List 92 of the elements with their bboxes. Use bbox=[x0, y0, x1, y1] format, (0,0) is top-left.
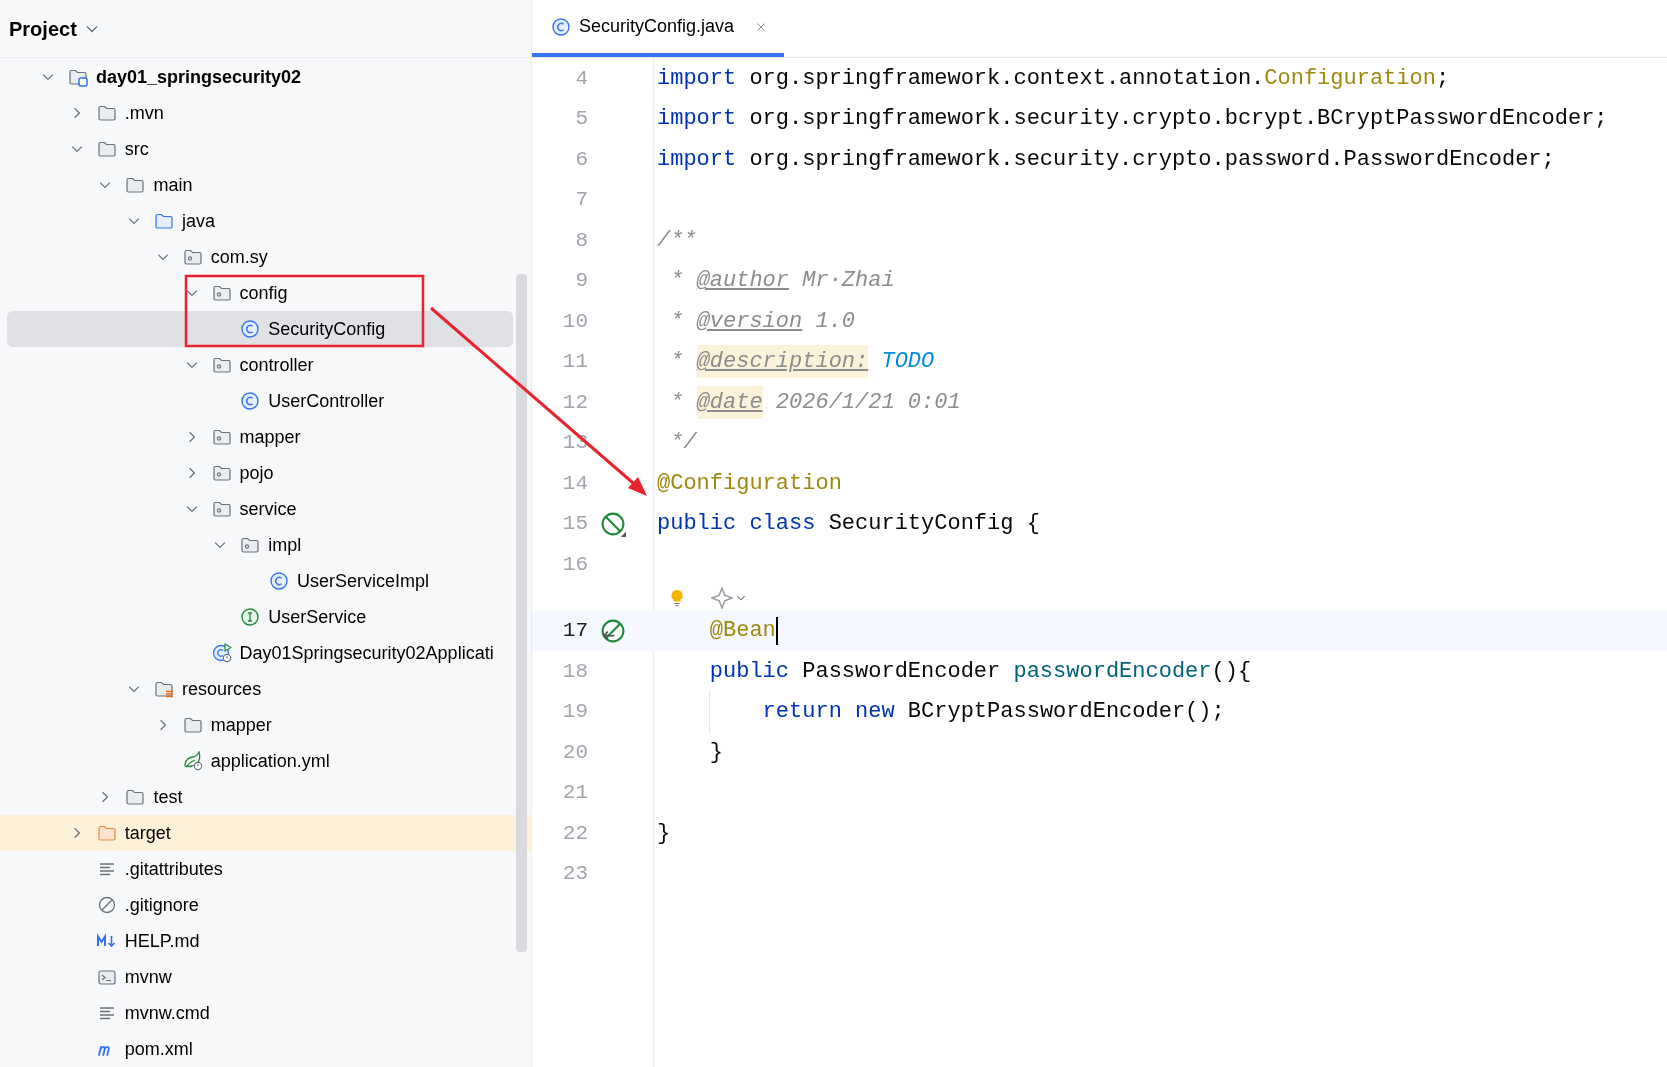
line-number: 23 bbox=[561, 861, 588, 887]
tree-item[interactable]: mvnw.cmd bbox=[0, 995, 531, 1031]
code-line: * @author Mr·Zhai bbox=[669, 267, 895, 296]
code-line: */ bbox=[669, 429, 697, 458]
folder-icon bbox=[182, 715, 203, 735]
line-number: 6 bbox=[574, 146, 588, 173]
line-number: 9 bbox=[574, 268, 588, 294]
tree-item[interactable]: test bbox=[0, 779, 531, 815]
tree-item[interactable]: UserController bbox=[0, 383, 531, 419]
package-icon bbox=[211, 463, 232, 483]
leaf-icon bbox=[182, 751, 203, 771]
tree-item[interactable]: target bbox=[0, 815, 531, 851]
code-line: } bbox=[708, 738, 723, 767]
panel-title: Project bbox=[9, 16, 77, 42]
code-line: * @version 1.0 bbox=[669, 307, 856, 336]
class-icon bbox=[240, 319, 261, 339]
code-line: @Configuration bbox=[656, 469, 842, 498]
tree-item[interactable]: day01_springsecurity02 bbox=[0, 59, 531, 95]
line-number: 10 bbox=[561, 308, 588, 335]
resources-folder-icon bbox=[154, 679, 175, 699]
tree-item[interactable]: SecurityConfig bbox=[7, 311, 513, 347]
folder-icon bbox=[96, 823, 117, 843]
tree-item[interactable]: main bbox=[0, 167, 531, 203]
source-folder-icon bbox=[154, 211, 175, 231]
class-icon bbox=[551, 16, 571, 37]
class-icon bbox=[240, 391, 261, 411]
tree-item[interactable]: .gitattributes bbox=[0, 851, 531, 887]
line-number: 22 bbox=[561, 820, 588, 847]
tree-item[interactable]: mapper bbox=[0, 707, 531, 743]
run-class-icon bbox=[211, 643, 232, 663]
folder-icon bbox=[125, 175, 146, 195]
tree-item[interactable]: application.yml bbox=[0, 743, 531, 779]
tree-item[interactable]: service bbox=[0, 491, 531, 527]
module-folder-icon bbox=[68, 67, 88, 87]
package-icon bbox=[182, 247, 203, 267]
code-line: import org.springframework.context.annotation.Configuration; bbox=[656, 64, 1450, 93]
tree-item[interactable]: .gitignore bbox=[0, 887, 531, 923]
package-icon bbox=[211, 427, 232, 447]
scrollbar[interactable] bbox=[516, 274, 527, 952]
sparkle-icon[interactable] bbox=[711, 586, 733, 609]
line-number: 17 bbox=[561, 618, 588, 644]
tree-item[interactable]: mapper bbox=[0, 419, 531, 455]
editor-tab[interactable]: SecurityConfig.java bbox=[532, 0, 785, 57]
line-number: 21 bbox=[561, 780, 588, 806]
folder-icon bbox=[96, 139, 117, 159]
folder-icon bbox=[96, 103, 117, 123]
line-number: 19 bbox=[561, 699, 588, 725]
line-number: 15 bbox=[561, 511, 588, 537]
folder-icon bbox=[125, 787, 146, 807]
package-icon bbox=[240, 535, 261, 555]
line-number: 8 bbox=[574, 227, 588, 254]
terminal-icon bbox=[96, 967, 117, 987]
tree-item[interactable]: pojo bbox=[0, 455, 531, 491]
tree-item[interactable]: HELP.md bbox=[0, 923, 531, 959]
code-line: } bbox=[656, 819, 671, 848]
tree-item[interactable]: mvnw bbox=[0, 959, 531, 995]
class-icon bbox=[268, 571, 289, 591]
code-line: public class SecurityConfig { bbox=[656, 510, 1040, 539]
line-number: 20 bbox=[561, 739, 588, 766]
tree-item[interactable]: java bbox=[0, 203, 531, 239]
line-number: 7 bbox=[574, 187, 588, 213]
tree-item[interactable]: .mvn bbox=[0, 95, 531, 131]
tree-item[interactable]: pom.xml bbox=[0, 1031, 531, 1067]
package-icon bbox=[211, 283, 232, 303]
package-icon bbox=[211, 499, 232, 519]
tree-item[interactable]: UserService bbox=[0, 599, 531, 635]
tree-item[interactable]: controller bbox=[0, 347, 531, 383]
tree-item[interactable]: config bbox=[0, 275, 531, 311]
tree-item[interactable]: resources bbox=[0, 671, 531, 707]
code-line: import org.springframework.security.crypto.password.PasswordEncoder; bbox=[656, 145, 1555, 174]
tree-item[interactable]: Day01Springsecurity02Applicati bbox=[0, 635, 531, 671]
tree-item[interactable]: impl bbox=[0, 527, 531, 563]
line-number: 18 bbox=[561, 658, 588, 685]
tree-item[interactable]: com.sy bbox=[0, 239, 531, 275]
circle-slash-icon bbox=[96, 895, 117, 915]
tree-item[interactable]: UserServiceImpl bbox=[0, 563, 531, 599]
code-line: return new BCryptPasswordEncoder(); bbox=[653, 691, 1225, 732]
code-line: import org.springframework.security.crypto.bcrypt.BCryptPasswordEncoder; bbox=[656, 105, 1608, 134]
code-line: public PasswordEncoder passwordEncoder(){ bbox=[708, 657, 1252, 686]
package-icon bbox=[211, 355, 232, 375]
line-number: 14 bbox=[561, 470, 588, 497]
line-number: 11 bbox=[561, 349, 588, 375]
code-line: @Bean bbox=[708, 615, 778, 647]
line-number: 16 bbox=[561, 551, 588, 578]
interface-icon bbox=[240, 607, 261, 627]
code-line: * @date 2026/1/21 0:01 bbox=[653, 385, 961, 419]
code-line: /** bbox=[656, 226, 697, 255]
line-number: 5 bbox=[574, 106, 588, 132]
bean-icon[interactable] bbox=[600, 510, 626, 537]
tree-item[interactable]: src bbox=[0, 131, 531, 167]
line-number: 12 bbox=[561, 389, 588, 416]
line-number: 4 bbox=[574, 65, 588, 92]
